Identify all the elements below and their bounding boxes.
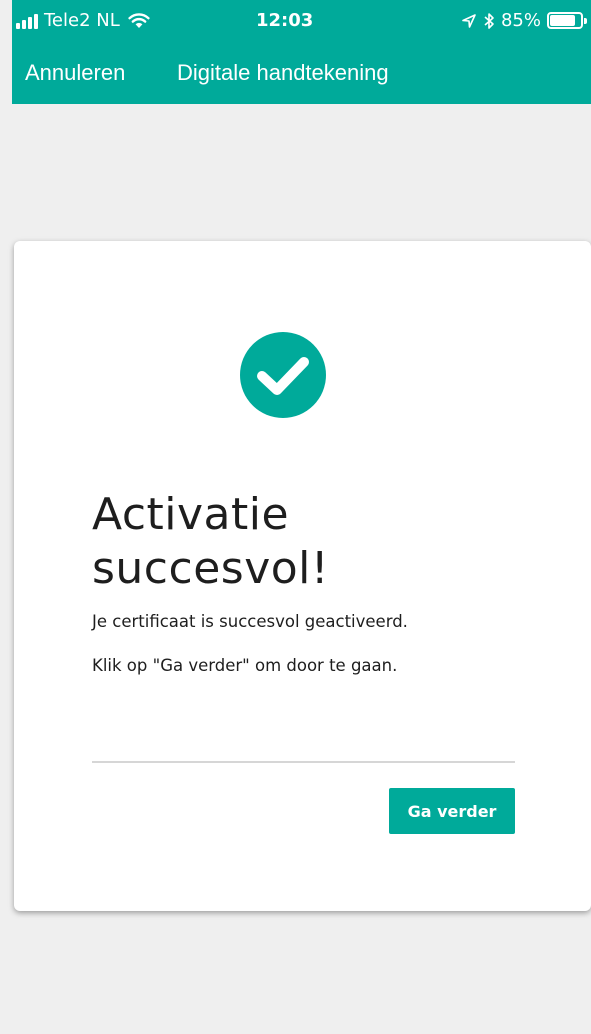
battery-percent: 85% [500, 10, 541, 31]
divider [92, 761, 515, 763]
navigation-bar: Annuleren Digitale handtekening [12, 58, 591, 94]
app-header: Tele2 NL 12:03 85% Annuleren Digitale ha… [12, 0, 591, 104]
nav-title: Digitale handtekening [177, 60, 389, 85]
signal-icon [16, 13, 40, 29]
battery-tip [584, 18, 587, 24]
cancel-button[interactable]: Annuleren [25, 60, 125, 86]
bluetooth-icon [484, 12, 494, 29]
success-message: Je certificaat is succesvol geactiveerd. [92, 612, 408, 631]
check-circle-icon [240, 332, 326, 418]
activation-card: Activatie succesvol! Je certificaat is s… [14, 241, 591, 911]
battery-fill [550, 15, 576, 26]
status-bar: Tele2 NL 12:03 85% [12, 0, 591, 40]
status-time: 12:03 [256, 10, 314, 31]
battery-icon [547, 12, 587, 29]
status-left: Tele2 NL [16, 10, 150, 31]
location-icon [462, 13, 476, 28]
wifi-icon [128, 12, 150, 28]
continue-button[interactable]: Ga verder [389, 788, 515, 834]
status-right: 85% [461, 10, 587, 31]
page-title: Activatie succesvol! [92, 489, 330, 594]
instruction-message: Klik op "Ga verder" om door te gaan. [92, 656, 398, 675]
carrier-name: Tele2 NL [44, 10, 120, 31]
